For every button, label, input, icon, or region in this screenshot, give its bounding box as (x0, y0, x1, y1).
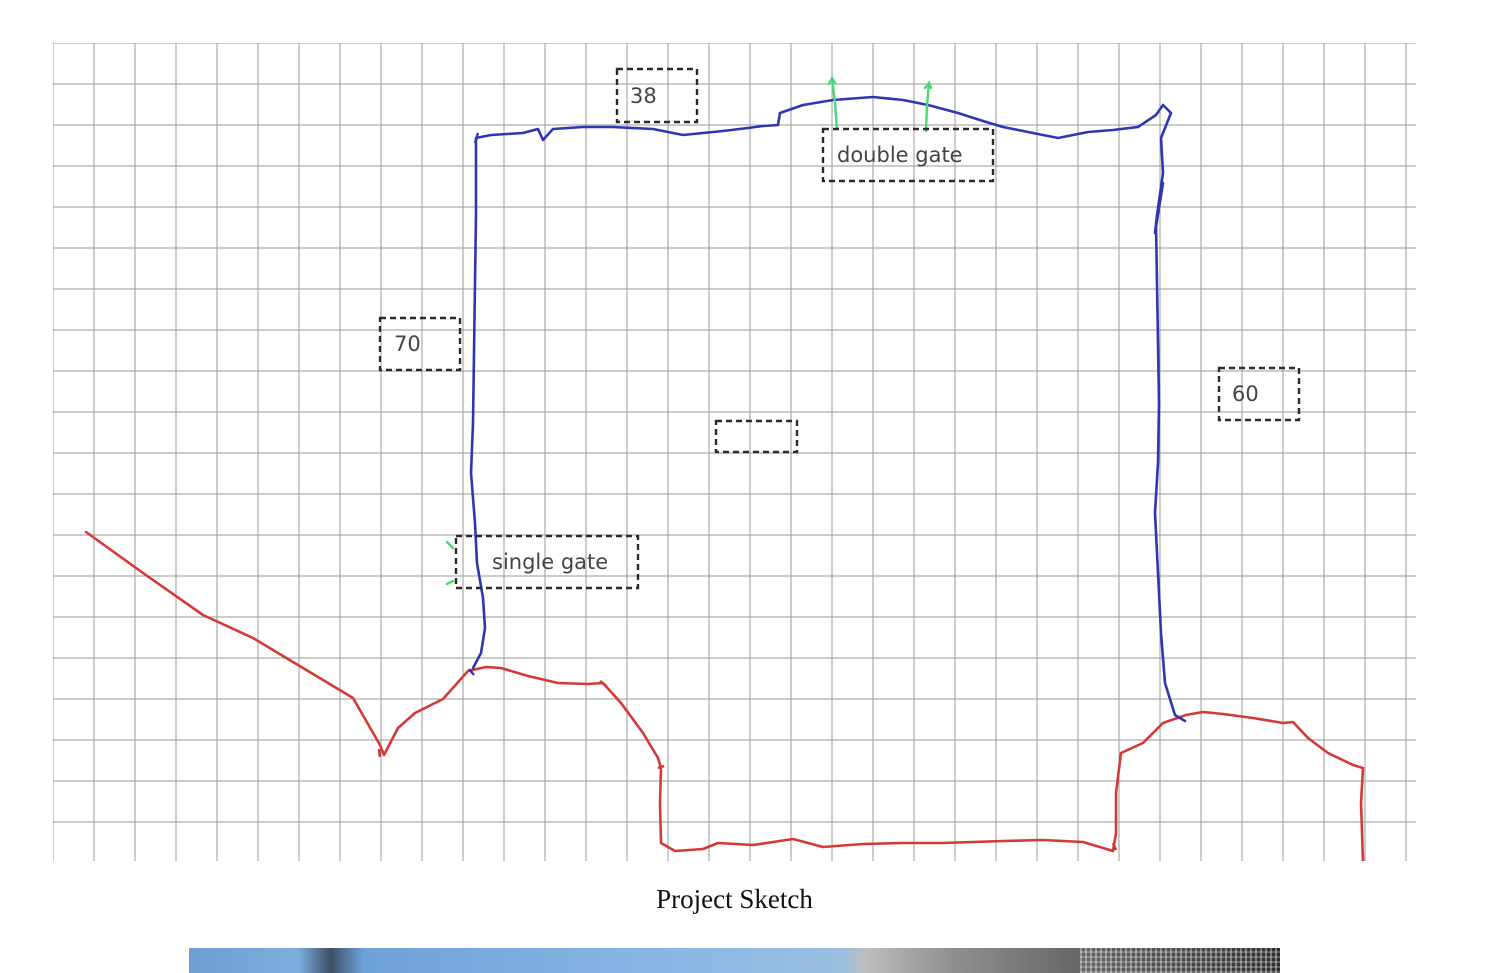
photo-grille-detail (1080, 948, 1280, 973)
project-sketch-diagram: 38 double gate 70 60 single gate (53, 43, 1416, 861)
double-gate-mark-right (923, 80, 933, 133)
single-gate-mark (445, 540, 455, 586)
label-70-text: 70 (394, 332, 421, 356)
label-double-gate-text: double gate (837, 143, 963, 167)
label-single-gate-text: single gate (492, 550, 608, 574)
label-center-box (714, 419, 799, 454)
label-60-text: 60 (1232, 382, 1259, 406)
property-line-mark (377, 680, 1118, 851)
sketch-caption: Project Sketch (656, 884, 813, 914)
label-38: 38 (615, 67, 699, 124)
label-single-gate: single gate (454, 534, 640, 590)
label-double-gate: double gate (821, 127, 995, 183)
label-38-text: 38 (630, 84, 657, 108)
property-line (84, 530, 1365, 861)
photo-preview (189, 948, 1280, 973)
label-70: 70 (378, 316, 462, 372)
double-gate-mark-left (827, 75, 839, 131)
